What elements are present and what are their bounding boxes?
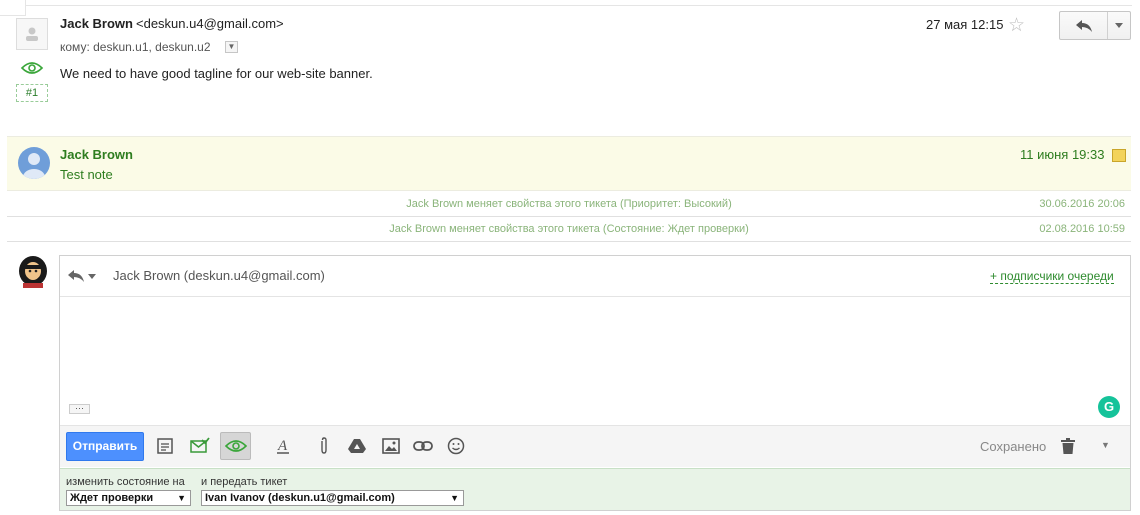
note-date: 11 июня 19:33 [1020, 147, 1105, 162]
message-recipients: кому: deskun.u1, deskun.u2 [60, 40, 211, 54]
image-icon[interactable] [379, 434, 403, 458]
chevron-down-icon: ▼ [450, 493, 459, 503]
reply-button[interactable] [1060, 12, 1108, 39]
attach-icon[interactable] [312, 434, 336, 458]
event-row: Jack Brown меняет свойства этого тикета … [7, 217, 1131, 242]
person-icon [26, 27, 38, 41]
reply-icon [68, 270, 84, 282]
chevron-down-icon[interactable]: ▼ [225, 41, 238, 53]
text-format-icon[interactable]: A [271, 434, 295, 458]
state-select-value: Ждет проверки [70, 492, 154, 504]
chevron-down-icon: ▼ [177, 493, 186, 503]
note-avatar [18, 147, 50, 179]
message-number-badge[interactable]: #1 [16, 84, 48, 102]
message-sender-email: <deskun.u4@gmail.com> [136, 16, 284, 31]
note-body: Test note [60, 167, 113, 182]
reply-icon [1075, 19, 1092, 32]
message-body: We need to have good tagline for our web… [60, 66, 373, 81]
internal-note [7, 136, 1131, 191]
reply-button-group [1059, 11, 1131, 40]
send-button[interactable]: Отправить [66, 432, 144, 461]
trash-icon[interactable] [1056, 434, 1080, 458]
saved-status: Сохранено [980, 439, 1047, 454]
message-sender-name: Jack Brown [60, 16, 133, 31]
top-left-tab [0, 0, 26, 16]
reply-type-selector[interactable] [68, 267, 98, 285]
chevron-down-icon [1115, 23, 1123, 28]
star-icon[interactable]: ☆ [1008, 14, 1025, 37]
drive-icon[interactable] [345, 434, 369, 458]
sender-avatar [16, 18, 48, 50]
eye-icon[interactable] [20, 60, 44, 76]
assignee-select-value: Ivan Ivanov (deskun.u1@gmail.com) [205, 492, 395, 504]
show-trimmed-content-button[interactable]: ··· [69, 404, 90, 414]
template-icon[interactable] [153, 434, 177, 458]
assignee-select[interactable]: Ivan Ivanov (deskun.u1@gmail.com) ▼ [201, 490, 464, 506]
divider [26, 5, 1132, 6]
state-select[interactable]: Ждет проверки ▼ [66, 490, 191, 506]
mark-done-icon[interactable] [188, 434, 212, 458]
message-date: 27 мая 12:15 [926, 17, 1004, 32]
chevron-down-icon[interactable]: ▼ [1101, 440, 1110, 450]
event-text: Jack Brown меняет свойства этого тикета … [406, 198, 732, 210]
grammarly-icon[interactable]: G [1098, 396, 1120, 418]
note-icon [1112, 149, 1126, 162]
event-date: 30.06.2016 20:06 [1039, 198, 1125, 210]
user-avatar [17, 256, 49, 288]
svg-text:A: A [277, 438, 288, 454]
event-row: Jack Brown меняет свойства этого тикета … [7, 192, 1131, 217]
queue-subscribers-link[interactable]: + подписчики очереди [990, 269, 1114, 284]
chevron-down-icon [88, 273, 96, 279]
eye-icon [224, 434, 248, 458]
emoji-icon[interactable] [444, 434, 468, 458]
state-label: изменить состояние на [66, 476, 185, 488]
composer-recipient[interactable]: Jack Brown (deskun.u4@gmail.com) [113, 268, 325, 283]
transfer-label: и передать тикет [201, 476, 288, 488]
event-date: 02.08.2016 10:59 [1039, 223, 1125, 235]
link-icon[interactable] [411, 434, 435, 458]
reply-more-button[interactable] [1108, 12, 1130, 39]
note-sender-name: Jack Brown [60, 147, 133, 162]
event-text: Jack Brown меняет свойства этого тикета … [389, 223, 749, 235]
